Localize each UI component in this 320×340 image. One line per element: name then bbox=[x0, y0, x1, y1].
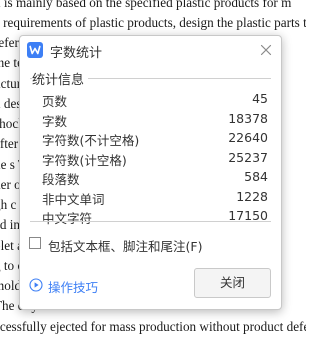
stat-label: 字符数(不计空格) bbox=[42, 133, 140, 148]
stat-label: 非中文单词 bbox=[42, 191, 105, 207]
stat-row-pages: 页数 45 bbox=[42, 91, 268, 111]
dialog-title: 字数统计 bbox=[50, 46, 103, 61]
stat-value: 1228 bbox=[236, 188, 268, 204]
stat-label: 字符数(计空格) bbox=[42, 152, 127, 168]
stat-row-paragraphs: 段落数 584 bbox=[42, 169, 268, 189]
stat-value: 584 bbox=[244, 169, 268, 184]
statistics-section: 统计信息 页数 45 字数 18378 字符数(不计空格) 22640 字符数(… bbox=[30, 69, 271, 226]
tips-label[interactable]: 操作技巧 bbox=[48, 277, 98, 296]
divider bbox=[30, 221, 271, 222]
stat-row-chars-with-spaces: 字符数(计空格) 25237 bbox=[42, 150, 268, 170]
close-icon[interactable] bbox=[258, 42, 274, 58]
doc-line: ccessfully ejected for mass production w… bbox=[0, 319, 306, 334]
stat-value: 22640 bbox=[228, 130, 268, 145]
dialog-titlebar[interactable]: 字数统计 bbox=[20, 36, 281, 64]
stat-label: 页数 bbox=[42, 94, 68, 109]
section-header: 统计信息 bbox=[30, 69, 271, 88]
section-title: 统计信息 bbox=[32, 69, 89, 88]
stat-label: 字数 bbox=[42, 113, 68, 129]
stat-row-chars-no-spaces: 字符数(不计空格) 22640 bbox=[42, 130, 268, 150]
stat-row-chinese-chars: 中文字符 17150 bbox=[42, 208, 268, 228]
doc-line: e requirements of plastic products, desi… bbox=[0, 15, 306, 30]
doc-line: n is mainly based on the specified plast… bbox=[0, 0, 292, 10]
stat-value: 45 bbox=[252, 91, 268, 106]
stat-label: 段落数 bbox=[42, 172, 80, 187]
close-button[interactable]: 关闭 bbox=[194, 268, 271, 298]
stat-row-words: 字数 18378 bbox=[42, 111, 268, 131]
stat-value: 25237 bbox=[228, 149, 268, 165]
play-circle-icon bbox=[29, 278, 43, 295]
include-textboxes-label[interactable]: 包括文本框、脚注和尾注(F) bbox=[48, 236, 202, 255]
stats-list: 页数 45 字数 18378 字符数(不计空格) 22640 字符数(计空格) … bbox=[42, 91, 268, 228]
word-count-dialog: 字数统计 统计信息 页数 45 字数 18378 字符数(不计空格) 22640 bbox=[19, 35, 282, 310]
stat-value: 18378 bbox=[228, 110, 268, 126]
stat-label: 中文字符 bbox=[42, 211, 93, 226]
stat-row-non-chinese-words: 非中文单词 1228 bbox=[42, 189, 268, 209]
include-textboxes-checkbox[interactable] bbox=[29, 237, 41, 249]
wps-writer-icon bbox=[27, 42, 43, 58]
